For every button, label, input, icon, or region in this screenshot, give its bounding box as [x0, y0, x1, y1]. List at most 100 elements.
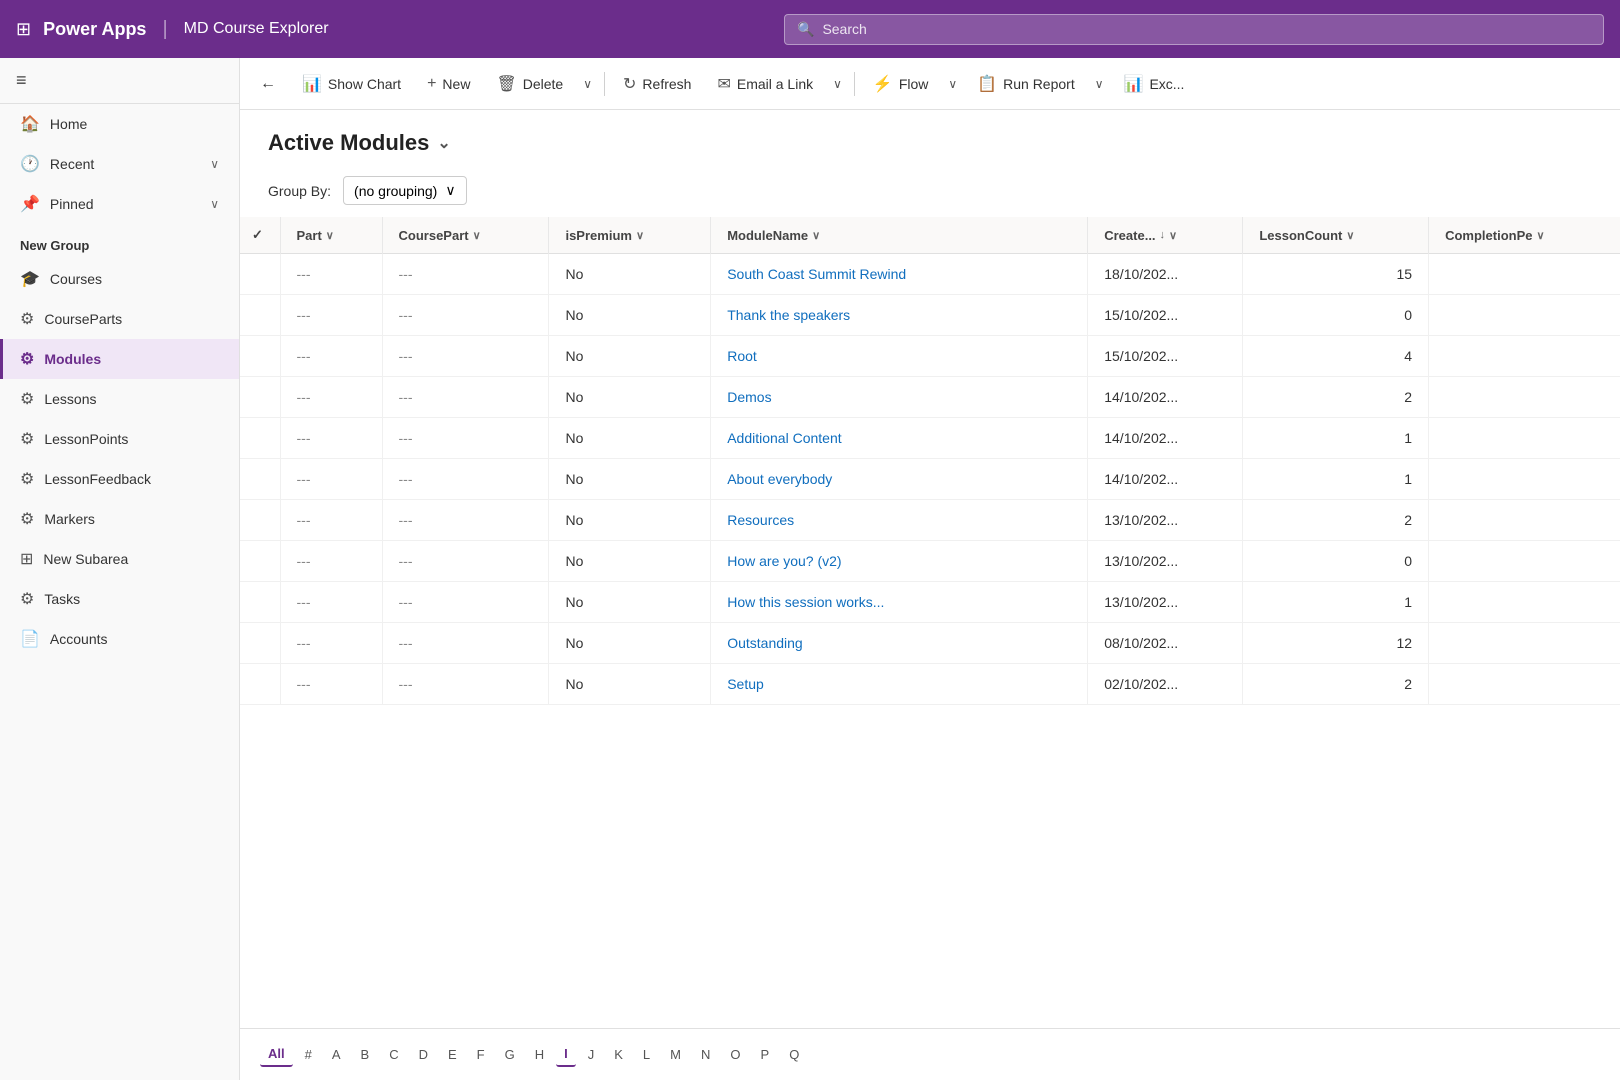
search-box[interactable]: 🔍 Search: [784, 14, 1604, 45]
pagination-letter-k[interactable]: K: [606, 1043, 631, 1066]
sidebar-item-recent[interactable]: 🕐 Recent ∨: [0, 144, 239, 184]
cell-modulename[interactable]: South Coast Summit Rewind: [711, 254, 1088, 295]
cell-coursepart: ---: [382, 254, 549, 295]
pagination-letter-h[interactable]: H: [527, 1043, 552, 1066]
pagination-letter-c[interactable]: C: [381, 1043, 406, 1066]
cell-check: [240, 500, 280, 541]
col-part[interactable]: Part ∨: [280, 217, 382, 254]
pagination-letter-o[interactable]: O: [722, 1043, 748, 1066]
cell-modulename[interactable]: How this session works...: [711, 582, 1088, 623]
cell-modulename[interactable]: How are you? (v2): [711, 541, 1088, 582]
sidebar-item-courseparts[interactable]: ⚙ CourseParts: [0, 299, 239, 339]
cell-modulename[interactable]: Resources: [711, 500, 1088, 541]
sidebar-item-accounts[interactable]: 📄 Accounts: [0, 619, 239, 659]
group-by-select[interactable]: (no grouping) ∨: [343, 176, 467, 205]
cell-coursepart: ---: [382, 541, 549, 582]
refresh-button[interactable]: ↻ Refresh: [611, 68, 703, 100]
cell-created: 13/10/202...: [1088, 500, 1243, 541]
chart-icon: 📊: [302, 74, 322, 94]
grid-icon[interactable]: ⊞: [16, 19, 31, 40]
col-completionpe[interactable]: CompletionPe ∨: [1429, 217, 1620, 254]
cell-part: ---: [280, 254, 382, 295]
pagination-letter-i[interactable]: I: [556, 1042, 576, 1067]
show-chart-label: Show Chart: [328, 76, 401, 92]
table-row[interactable]: --- --- No Root 15/10/202... 4: [240, 336, 1620, 377]
table-row[interactable]: --- --- No How are you? (v2) 13/10/202..…: [240, 541, 1620, 582]
email-chevron[interactable]: ∨: [827, 71, 848, 97]
sidebar-item-tasks[interactable]: ⚙ Tasks: [0, 579, 239, 619]
flow-chevron[interactable]: ∨: [942, 71, 963, 97]
cell-modulename[interactable]: Outstanding: [711, 623, 1088, 664]
cell-coursepart: ---: [382, 623, 549, 664]
pagination-letter-q[interactable]: Q: [781, 1043, 807, 1066]
table-row[interactable]: --- --- No Outstanding 08/10/202... 12: [240, 623, 1620, 664]
pagination-letter-d[interactable]: D: [411, 1043, 436, 1066]
col-lessoncount[interactable]: LessonCount ∨: [1243, 217, 1429, 254]
report-chevron[interactable]: ∨: [1089, 71, 1110, 97]
table-container[interactable]: ✓ Part ∨ CoursePart ∨: [240, 217, 1620, 1028]
pagination-letter-e[interactable]: E: [440, 1043, 465, 1066]
sidebar-item-modules[interactable]: ⚙ Modules: [0, 339, 239, 379]
table-row[interactable]: --- --- No Resources 13/10/202... 2: [240, 500, 1620, 541]
table-row[interactable]: --- --- No How this session works... 13/…: [240, 582, 1620, 623]
cell-modulename[interactable]: Root: [711, 336, 1088, 377]
email-link-button[interactable]: ✉ Email a Link: [705, 68, 825, 100]
pagination-letter-f[interactable]: F: [469, 1043, 493, 1066]
refresh-icon: ↻: [623, 74, 636, 94]
group-by-chevron: ∨: [445, 182, 455, 199]
pagination-letter-j[interactable]: J: [580, 1043, 603, 1066]
pagination-letter-g[interactable]: G: [497, 1043, 523, 1066]
cell-created: 13/10/202...: [1088, 541, 1243, 582]
delete-chevron[interactable]: ∨: [577, 71, 598, 97]
table-row[interactable]: --- --- No Demos 14/10/202... 2: [240, 377, 1620, 418]
col-coursepart[interactable]: CoursePart ∨: [382, 217, 549, 254]
pagination-letter-#[interactable]: #: [297, 1043, 320, 1066]
table-row[interactable]: --- --- No Additional Content 14/10/202.…: [240, 418, 1620, 459]
run-report-button[interactable]: 📋 Run Report: [965, 68, 1087, 100]
table-row[interactable]: --- --- No Setup 02/10/202... 2: [240, 664, 1620, 705]
cell-modulename[interactable]: Demos: [711, 377, 1088, 418]
sidebar-item-pinned[interactable]: 📌 Pinned ∨: [0, 184, 239, 224]
pagination-letter-all[interactable]: All: [260, 1042, 293, 1067]
col-ispremium[interactable]: isPremium ∨: [549, 217, 711, 254]
new-button[interactable]: + New: [415, 69, 482, 99]
sidebar-item-courses[interactable]: 🎓 Courses: [0, 259, 239, 299]
cell-lessoncount: 2: [1243, 664, 1429, 705]
nav-page-title: MD Course Explorer: [184, 20, 329, 38]
delete-label: Delete: [523, 76, 563, 92]
delete-button[interactable]: 🗑 Delete: [484, 68, 575, 100]
sidebar-item-newsubarea[interactable]: ⊞ New Subarea: [0, 539, 239, 579]
pagination-letter-b[interactable]: B: [353, 1043, 378, 1066]
sidebar-item-lessonfeedback[interactable]: ⚙ LessonFeedback: [0, 459, 239, 499]
col-modulename[interactable]: ModuleName ∨: [711, 217, 1088, 254]
col-created[interactable]: Create... ↓ ∨: [1088, 217, 1243, 254]
back-button[interactable]: ←: [252, 68, 284, 100]
table-row[interactable]: --- --- No Thank the speakers 15/10/202.…: [240, 295, 1620, 336]
pagination-letter-a[interactable]: A: [324, 1043, 349, 1066]
nav-divider: |: [162, 18, 167, 41]
col-check[interactable]: ✓: [240, 217, 280, 254]
hamburger-icon[interactable]: ≡: [16, 70, 27, 90]
cell-modulename[interactable]: Additional Content: [711, 418, 1088, 459]
sidebar-item-lessons[interactable]: ⚙ Lessons: [0, 379, 239, 419]
table-row[interactable]: --- --- No About everybody 14/10/202... …: [240, 459, 1620, 500]
sidebar-item-home[interactable]: 🏠 Home: [0, 104, 239, 144]
cell-lessoncount: 0: [1243, 541, 1429, 582]
sidebar-label-recent: Recent: [50, 156, 94, 172]
page-title-chevron[interactable]: ⌄: [437, 133, 450, 153]
cell-modulename[interactable]: Thank the speakers: [711, 295, 1088, 336]
cell-modulename[interactable]: About everybody: [711, 459, 1088, 500]
sidebar-item-lessonpoints[interactable]: ⚙ LessonPoints: [0, 419, 239, 459]
flow-button[interactable]: ⚡ Flow: [861, 68, 940, 100]
pagination-letter-n[interactable]: N: [693, 1043, 718, 1066]
table-row[interactable]: --- --- No South Coast Summit Rewind 18/…: [240, 254, 1620, 295]
pagination-letter-l[interactable]: L: [635, 1043, 658, 1066]
cell-modulename[interactable]: Setup: [711, 664, 1088, 705]
excel-button[interactable]: 📊 Exc...: [1112, 68, 1197, 100]
sidebar-label-modules: Modules: [44, 351, 101, 367]
show-chart-button[interactable]: 📊 Show Chart: [290, 68, 413, 100]
pagination-letter-p[interactable]: P: [753, 1043, 778, 1066]
pagination-letter-m[interactable]: M: [662, 1043, 689, 1066]
sidebar-label-pinned: Pinned: [50, 196, 94, 212]
sidebar-item-markers[interactable]: ⚙ Markers: [0, 499, 239, 539]
